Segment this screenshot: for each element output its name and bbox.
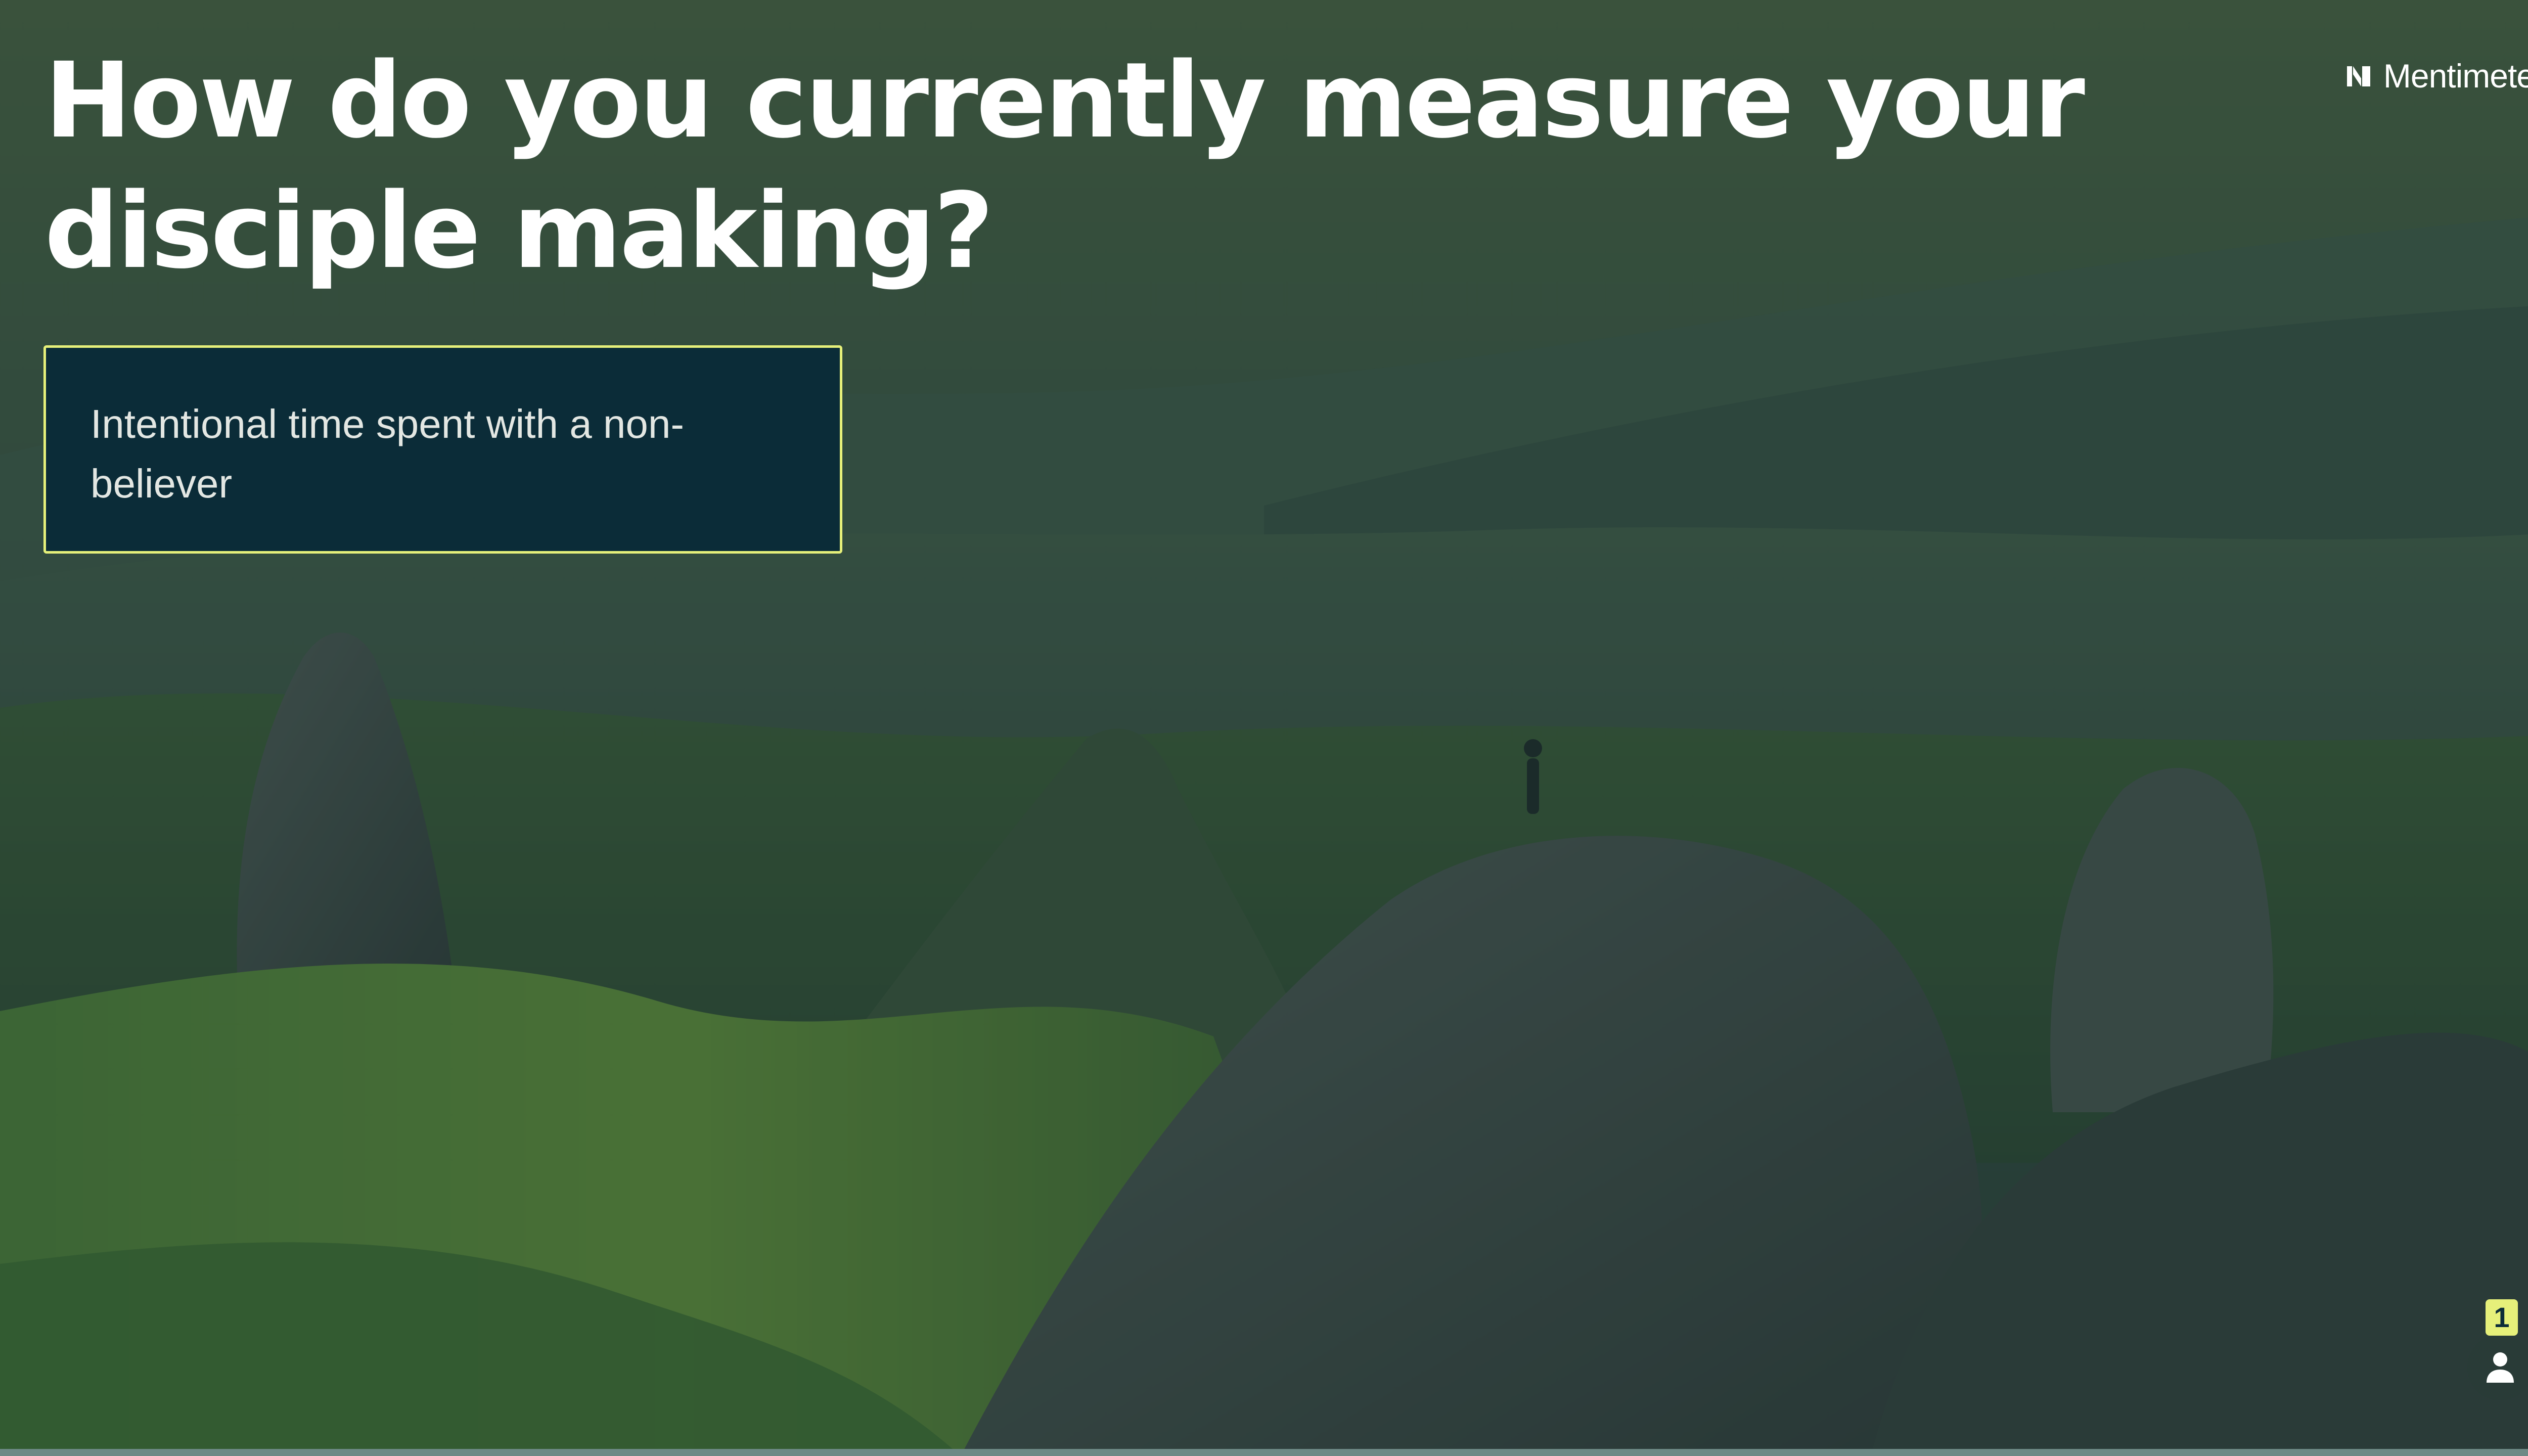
brand-logo: Mentimeter [2346,57,2528,95]
answer-text: Intentional time spent with a non-believ… [91,401,685,506]
brand-name: Mentimeter [2383,57,2528,95]
bottom-edge-bar [0,1449,2528,1456]
participant-counter[interactable]: 1 [2467,1299,2528,1400]
answer-card: Intentional time spent with a non-believ… [43,345,842,554]
participant-bubble[interactable] [2467,1335,2528,1400]
presentation-slide: How do you currently measure your discip… [0,0,2528,1456]
mentimeter-logo-icon [2346,66,2370,86]
question-title: How do you currently measure your discip… [44,40,2085,292]
participant-count-badge: 1 [2486,1299,2518,1336]
person-icon [2487,1352,2514,1383]
